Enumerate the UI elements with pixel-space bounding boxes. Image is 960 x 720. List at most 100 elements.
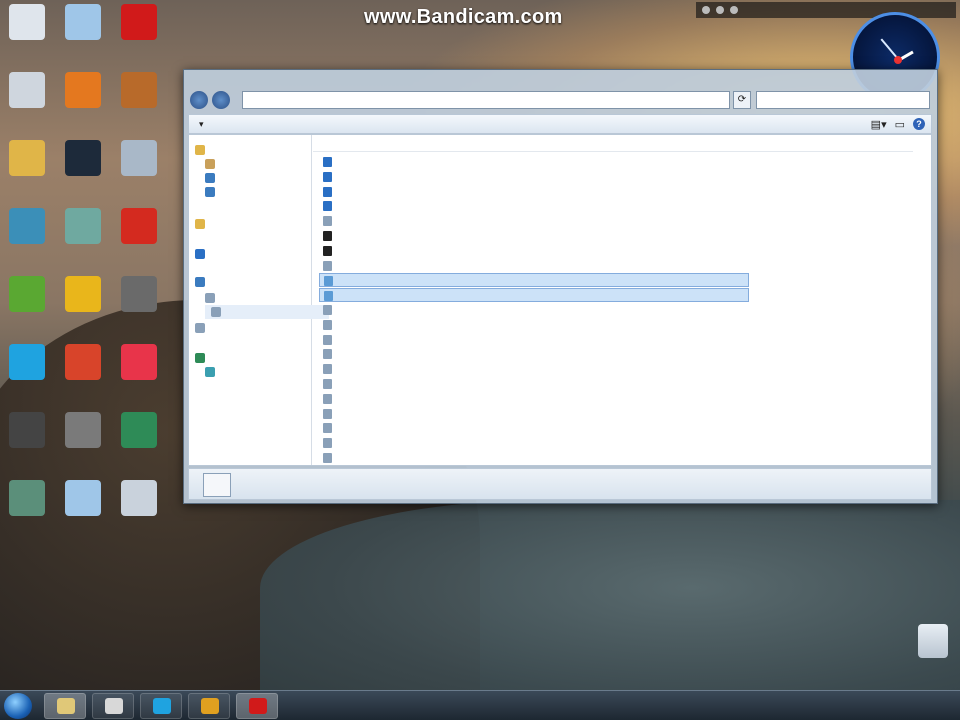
desktop-shortcut[interactable] (104, 480, 174, 518)
file-icon (323, 349, 332, 360)
desktop-shortcut-icon (9, 276, 45, 312)
search-icon[interactable] (716, 6, 724, 14)
search-input[interactable] (756, 91, 930, 109)
nav-item[interactable] (205, 365, 219, 379)
folder-icon (205, 159, 215, 169)
desktop-shortcut-icon (9, 344, 45, 380)
nav-item[interactable] (195, 275, 209, 289)
nav-item[interactable] (195, 321, 209, 335)
desktop-shortcut[interactable] (104, 344, 174, 382)
details-pane (188, 468, 932, 500)
desktop-shortcut[interactable] (104, 276, 174, 314)
file-icon (323, 319, 332, 330)
forward-button[interactable] (212, 91, 230, 109)
file-row[interactable] (319, 259, 749, 273)
nav-item[interactable] (205, 291, 219, 305)
desktop-shortcut[interactable] (104, 412, 174, 450)
file-row[interactable] (319, 333, 749, 347)
desktop-shortcut-icon (65, 72, 101, 108)
file-row[interactable] (319, 155, 749, 169)
taskbar-file-explorer-button[interactable] (44, 693, 86, 719)
file-row[interactable] (319, 244, 749, 258)
file-row[interactable] (319, 377, 749, 391)
file-icon (323, 186, 332, 197)
file-icon (323, 231, 332, 241)
taskbar-bandicam-button[interactable] (236, 693, 278, 719)
refresh-icon[interactable]: ⟳ (733, 91, 751, 109)
taskbar-chrome-button[interactable] (188, 693, 230, 719)
nav-item[interactable] (195, 217, 209, 231)
folder-icon (195, 277, 205, 287)
desktop-shortcut-icon (65, 208, 101, 244)
start-button[interactable] (4, 693, 32, 719)
desktop-shortcut[interactable] (104, 208, 174, 246)
file-row[interactable] (319, 362, 749, 376)
file-row[interactable] (319, 185, 749, 199)
help-icon[interactable]: ? (913, 118, 925, 130)
file-icon (323, 157, 332, 167)
preview-pane-icon[interactable]: ▭ (895, 118, 905, 131)
folder-icon (205, 187, 215, 197)
recording-toolbar[interactable] (696, 2, 956, 18)
file-thumbnail-icon (203, 473, 231, 497)
nav-item[interactable] (195, 351, 209, 365)
file-row[interactable] (319, 199, 749, 213)
desktop-shortcut-icon (65, 480, 101, 516)
file-row[interactable] (319, 273, 749, 288)
taskbar-media-button[interactable] (92, 693, 134, 719)
file-icon (323, 408, 332, 419)
organize-button[interactable] (189, 119, 214, 130)
file-row[interactable] (319, 229, 749, 243)
desktop-shortcut-icon (121, 208, 157, 244)
file-row[interactable] (319, 407, 749, 421)
file-row[interactable] (319, 288, 749, 303)
desktop-shortcut-icon (121, 344, 157, 380)
nav-item[interactable] (195, 247, 209, 261)
file-row[interactable] (319, 347, 749, 361)
file-icon (323, 453, 332, 463)
file-row[interactable] (319, 170, 749, 184)
navigation-pane (189, 135, 329, 465)
folder-icon (205, 367, 215, 377)
nav-item[interactable] (205, 157, 219, 171)
desktop-shortcut[interactable] (104, 140, 174, 178)
nav-item[interactable] (205, 305, 329, 319)
window-icon[interactable] (730, 6, 738, 14)
clock-center-cap (894, 56, 902, 64)
desktop: www.Bandicam.com ⟳ ▤▾ ▭ ? (0, 0, 960, 720)
file-row[interactable] (319, 318, 749, 332)
file-row[interactable] (319, 392, 749, 406)
file-row[interactable] (319, 436, 749, 450)
taskbar (0, 690, 960, 720)
file-row[interactable] (319, 214, 749, 228)
file-explorer-icon (57, 698, 75, 714)
file-icon (323, 364, 332, 375)
taskbar-skype-button[interactable] (140, 693, 182, 719)
desktop-shortcut-icon (65, 4, 101, 40)
address-bar[interactable] (242, 91, 730, 109)
content-area (188, 134, 932, 466)
explorer-window[interactable]: ⟳ ▤▾ ▭ ? (183, 69, 938, 504)
file-row[interactable] (319, 421, 749, 435)
address-row: ⟳ (190, 90, 930, 110)
nav-item[interactable] (205, 171, 219, 185)
skype-icon (153, 698, 171, 714)
back-button[interactable] (190, 91, 208, 109)
desktop-shortcut[interactable] (104, 4, 174, 42)
desktop-shortcut-icon (121, 72, 157, 108)
recycle-bin-image (918, 624, 948, 658)
recycle-bin-icon[interactable] (898, 624, 960, 658)
desktop-shortcut[interactable] (104, 72, 174, 110)
desktop-shortcut-icon (65, 276, 101, 312)
file-icon (323, 260, 332, 271)
desktop-shortcut-icon (121, 140, 157, 176)
view-options-icon[interactable]: ▤▾ (871, 118, 887, 131)
desktop-shortcut-icon (65, 140, 101, 176)
file-row[interactable] (319, 303, 749, 317)
media-icon (105, 698, 123, 714)
nav-item[interactable] (205, 185, 219, 199)
file-icon (323, 171, 332, 182)
nav-item[interactable] (195, 143, 209, 157)
folder-icon (205, 293, 215, 303)
file-row[interactable] (319, 451, 749, 465)
